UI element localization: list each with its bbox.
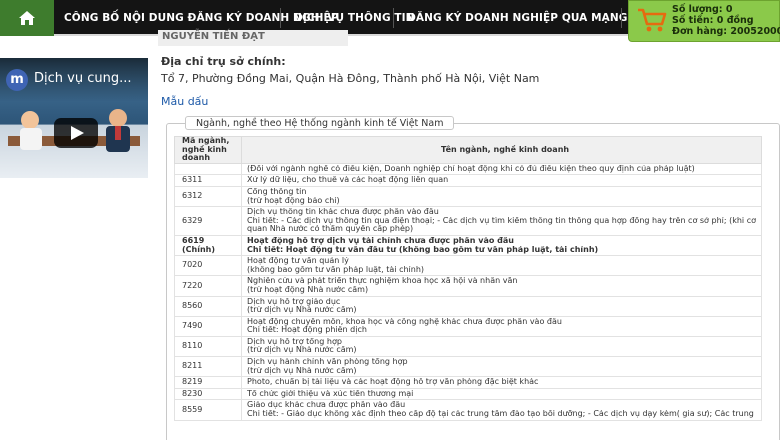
industry-name-line: Hoạt động hỗ trợ dịch vụ tài chính chưa … bbox=[247, 236, 514, 245]
table-row: 8110 Dịch vụ hỗ trợ tổng hợp (trừ dịch vụ … bbox=[173, 335, 762, 358]
industry-name-line: Chi tiết: - Giáo dục không xác định theo… bbox=[247, 410, 754, 419]
industry-code: 8211 bbox=[173, 356, 243, 378]
industry-name: Hoạt động tư vấn quản lý (không bao gồm t… bbox=[241, 255, 762, 277]
nav-divider bbox=[393, 8, 394, 28]
table-row: 8211 Dịch vụ hành chính văn phòng tổng hợ… bbox=[173, 356, 762, 378]
industries-legend: Ngành, nghề theo Hệ thống ngành kinh tế … bbox=[185, 116, 455, 130]
industry-name-line: Chi tiết: - Các dịch vụ thông tin qua đi… bbox=[247, 216, 756, 225]
video-title[interactable]: Dịch vụ cung... bbox=[34, 71, 131, 86]
column-header-name: Tên ngành, nghề kinh doanh bbox=[241, 136, 762, 164]
cart-order-number: Đơn hàng: 200520004199 bbox=[672, 26, 780, 37]
industry-name: Hoạt động chuyên môn, khoa học và công n… bbox=[241, 315, 762, 337]
address-label: Địa chỉ trụ sở chính: bbox=[161, 55, 286, 68]
table-row: 7020 Hoạt động tư vấn quản lý (không bao g… bbox=[173, 255, 762, 277]
table-row: 7220 Nghiên cứu và phát triển thực nghiệm… bbox=[173, 275, 762, 297]
nav-divider bbox=[280, 8, 281, 28]
industry-name-line: (Đối với ngành nghề có điều kiện, Doanh … bbox=[247, 164, 695, 173]
industry-name-line: Dịch vụ hỗ trợ tổng hợp bbox=[247, 337, 342, 346]
industry-name-line: (trừ hoạt động Nhà nước cấm) bbox=[247, 285, 369, 294]
industry-name-line: (không bao gồm tư vấn pháp luật, tài chí… bbox=[247, 265, 425, 274]
industry-code: 8559 bbox=[173, 399, 243, 421]
industry-code: 8219 bbox=[173, 376, 243, 389]
cart-amount: Số tiền: 0 đồng bbox=[672, 15, 754, 26]
industry-name-line: (trừ hoạt động báo chí) bbox=[247, 196, 340, 205]
channel-avatar[interactable]: m bbox=[6, 69, 28, 91]
industry-code: 6619 (Chính) bbox=[173, 234, 243, 257]
table-row: 7490 Hoạt động chuyên môn, khoa học và cô… bbox=[173, 315, 762, 337]
table-row: 6619 (Chính) Hoạt động hỗ trợ dịch vụ tài… bbox=[173, 234, 762, 257]
industry-code bbox=[173, 162, 243, 176]
industry-name-line: Dịch vụ hỗ trợ giáo dục bbox=[247, 297, 341, 306]
industry-code: 6329 bbox=[173, 206, 243, 236]
home-button[interactable] bbox=[0, 0, 54, 36]
cart-quantity: Số lượng: 0 bbox=[672, 4, 733, 15]
industry-name: Dịch vụ hỗ trợ giáo dục (trừ dịch vụ Nhà … bbox=[241, 295, 762, 317]
industry-name-line: Photo, chuẩn bị tài liệu và các hoạt độn… bbox=[247, 378, 539, 387]
industry-name-line: Hoạt động tư vấn quản lý bbox=[247, 257, 349, 266]
address-value: Tổ 7, Phường Đồng Mai, Quận Hà Đông, Thà… bbox=[161, 72, 540, 85]
table-row: 6329 Dịch vụ thông tin khác chưa được phâ… bbox=[173, 206, 762, 236]
industry-name: Dịch vụ hành chính văn phòng tổng hợp (tr… bbox=[241, 356, 762, 378]
industry-code: 8110 bbox=[173, 335, 243, 358]
industry-name: Nghiên cứu và phát triển thực nghiệm kho… bbox=[241, 275, 762, 297]
company-name-strip: NGUYỄN TIẾN ĐẠT bbox=[158, 30, 348, 46]
industry-name-line: (trừ dịch vụ Nhà nước cấm) bbox=[247, 306, 357, 315]
industry-name: Dịch vụ hỗ trợ tổng hợp (trừ dịch vụ Nhà … bbox=[241, 335, 762, 358]
industry-name-line: Nghiên cứu và phát triển thực nghiệm kho… bbox=[247, 277, 518, 286]
video-player[interactable]: m Dịch vụ cung... bbox=[0, 58, 148, 178]
industry-name: Xử lý dữ liệu, cho thuê và các hoạt động… bbox=[241, 174, 762, 187]
industry-name-line: Xử lý dữ liệu, cho thuê và các hoạt động… bbox=[247, 176, 449, 185]
table-row: (Đối với ngành nghề có điều kiện, Doanh … bbox=[173, 162, 762, 176]
play-icon[interactable] bbox=[54, 118, 98, 148]
industry-code: 6312 bbox=[173, 185, 243, 208]
table-row: 8219 Photo, chuẩn bị tài liệu và các hoạt… bbox=[173, 376, 762, 389]
seal-sample-link[interactable]: Mẫu dấu bbox=[161, 95, 208, 108]
industry-name-line: (trừ dịch vụ Nhà nước cấm) bbox=[247, 366, 357, 375]
table-row: 6311 Xử lý dữ liệu, cho thuê và các hoạt … bbox=[173, 174, 762, 187]
column-header-code: Mã ngành, nghề kinh doanh bbox=[173, 136, 243, 164]
industry-code: 8230 bbox=[173, 387, 243, 401]
industry-name-line: Chi tiết: Hoạt động tư vấn đầu tư (không… bbox=[247, 245, 599, 254]
industries-table-body: (Đối với ngành nghề có điều kiện, Doanh … bbox=[173, 162, 762, 421]
industry-name-line: (trừ dịch vụ Nhà nước cấm) bbox=[247, 346, 357, 355]
industry-name: Hoạt động hỗ trợ dịch vụ tài chính chưa … bbox=[241, 234, 762, 257]
industry-name-line: Cổng thông tin bbox=[247, 187, 307, 196]
industry-name-line: Tổ chức giới thiệu và xúc tiến thương mạ… bbox=[247, 389, 414, 398]
industry-code: 7220 bbox=[173, 275, 243, 297]
home-icon bbox=[19, 11, 35, 25]
nav-divider bbox=[621, 8, 622, 28]
cart-icon bbox=[638, 8, 667, 32]
industry-name: (Đối với ngành nghề có điều kiện, Doanh … bbox=[241, 162, 762, 176]
industry-name-line: Dịch vụ hành chính văn phòng tổng hợp bbox=[247, 358, 408, 367]
industry-name: Dịch vụ thông tin khác chưa được phân và… bbox=[241, 206, 762, 236]
industries-table: Mã ngành, nghề kinh doanh Tên ngành, ngh… bbox=[173, 136, 762, 421]
table-row: 8560 Dịch vụ hỗ trợ giáo dục (trừ dịch vụ … bbox=[173, 295, 762, 317]
table-header-row: Mã ngành, nghề kinh doanh Tên ngành, ngh… bbox=[173, 136, 762, 164]
industry-name: Tổ chức giới thiệu và xúc tiến thương mạ… bbox=[241, 387, 762, 401]
industry-code: 6311 bbox=[173, 174, 243, 187]
industry-code: 8560 bbox=[173, 295, 243, 317]
industry-name-line: Dịch vụ thông tin khác chưa được phân và… bbox=[247, 208, 439, 217]
industry-code: 7490 bbox=[173, 315, 243, 337]
industry-name: Cổng thông tin (trừ hoạt động báo chí) bbox=[241, 185, 762, 208]
industry-name: Photo, chuẩn bị tài liệu và các hoạt độn… bbox=[241, 376, 762, 389]
cart-summary[interactable]: Số lượng: 0 Số tiền: 0 đồng Đơn hàng: 20… bbox=[628, 0, 780, 42]
table-row: 8230 Tổ chức giới thiệu và xúc tiến thươn… bbox=[173, 387, 762, 401]
industry-code: 7020 bbox=[173, 255, 243, 277]
table-row: 6312 Cổng thông tin (trừ hoạt động báo chí… bbox=[173, 185, 762, 208]
industry-name-line: Chi tiết: Hoạt động phiên dịch bbox=[247, 326, 367, 335]
industry-name: Giáo dục khác chưa được phân vào đâu Chi … bbox=[241, 399, 762, 421]
table-row: 8559 Giáo dục khác chưa được phân vào đâu… bbox=[173, 399, 762, 421]
industry-name-line: Hoạt động chuyên môn, khoa học và công n… bbox=[247, 317, 562, 326]
industry-name-line: Giáo dục khác chưa được phân vào đâu bbox=[247, 401, 406, 410]
industry-name-line: quan Nhà nước có thẩm quyền cấp phép) bbox=[247, 225, 414, 234]
company-name: NGUYỄN TIẾN ĐẠT bbox=[162, 31, 265, 42]
